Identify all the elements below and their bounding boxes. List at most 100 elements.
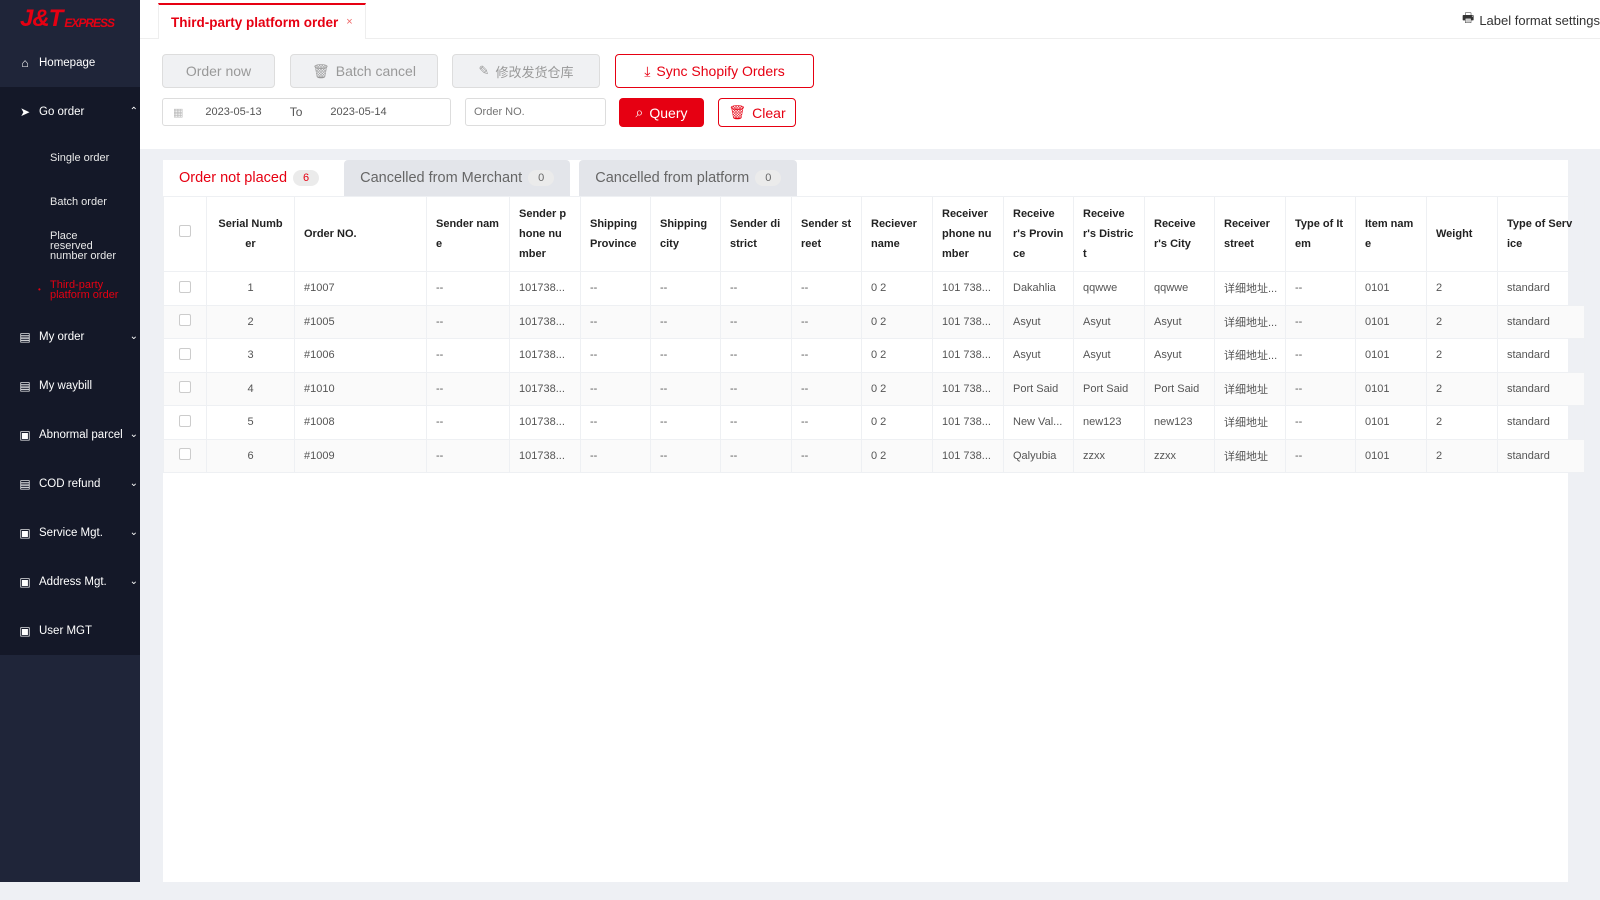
logo-text: J&T — [20, 5, 63, 32]
submenu-item[interactable]: Place reserved number order — [0, 224, 140, 268]
sidebar-item-address-mgt[interactable]: ▣ Address Mgt. ⌄ — [0, 557, 140, 606]
table-cell: -- — [650, 338, 721, 373]
row-checkbox[interactable] — [163, 271, 207, 306]
sidebar-item-abnormal-parcel[interactable]: ▣ Abnormal parcel ⌄ — [0, 410, 140, 459]
status-tabs: Order not placed 6 Cancelled from Merchant… — [163, 160, 798, 196]
row-checkbox[interactable] — [163, 338, 207, 373]
table-cell: Asyut — [1073, 304, 1145, 339]
table-cell: 详细地址 — [1214, 371, 1286, 406]
table-cell: 0 2 — [861, 271, 933, 306]
tab-cancelled-from-platform[interactable]: Cancelled from platform 0 — [579, 160, 798, 196]
query-button[interactable]: ⌕ Query — [619, 98, 704, 127]
column-header: Shipping Province — [580, 196, 651, 272]
row-checkbox[interactable] — [163, 438, 207, 473]
table-cell: Asyut — [1144, 304, 1215, 339]
table-cell: standard — [1497, 271, 1585, 306]
sidebar-item-my-order[interactable]: ▤ My order ⌄ — [0, 312, 140, 361]
table-cell: -- — [580, 271, 651, 306]
table-cell: -- — [791, 271, 862, 306]
table-cell: zzxx — [1073, 438, 1145, 473]
table-cell: standard — [1497, 338, 1585, 373]
table-cell: 101 738... — [932, 271, 1004, 306]
sidebar-item-my-waybill[interactable]: ▤ My waybill — [0, 361, 140, 410]
sidebar-item-label: Address Mgt. — [39, 575, 107, 588]
top-bar: Third-party platform order × 🖶 Label forma… — [140, 0, 1600, 39]
table-cell: #1005 — [294, 304, 427, 339]
count-badge: 0 — [755, 170, 782, 186]
submenu-item[interactable]: Third-party platform order — [0, 268, 140, 312]
column-header: Receiver phone number — [932, 196, 1004, 272]
user-icon: ▣ — [19, 623, 31, 638]
table-cell: 详细地址 — [1214, 438, 1286, 473]
tab-third-party-order[interactable]: Third-party platform order × — [158, 3, 366, 39]
table-cell: -- — [426, 338, 510, 373]
label-format-settings[interactable]: 🖶 Label format settings — [1462, 9, 1600, 31]
tab-label: Third-party platform order — [171, 14, 339, 30]
table-cell: -- — [791, 304, 862, 339]
sidebar-item-label: Go order — [39, 105, 85, 118]
order-now-button[interactable]: Order now — [162, 54, 275, 88]
table-cell: -- — [426, 304, 510, 339]
sidebar-item-user-mgt[interactable]: ▣ User MGT — [0, 606, 140, 655]
sidebar-item-label: Service Mgt. — [39, 526, 103, 539]
row-checkbox[interactable] — [163, 304, 207, 339]
row-checkbox[interactable] — [163, 405, 207, 440]
table-cell: -- — [720, 371, 792, 406]
row-checkbox[interactable] — [163, 371, 207, 406]
date-to[interactable]: 2023-05-14 — [330, 106, 386, 118]
table-cell: -- — [580, 405, 651, 440]
submenu-item[interactable]: Batch order — [0, 180, 140, 224]
home-icon: ⌂ — [21, 55, 29, 70]
table-cell: 101738... — [509, 371, 581, 406]
order-no-input[interactable] — [465, 98, 606, 126]
batch-cancel-button[interactable]: 🗑 Batch cancel — [290, 54, 438, 88]
sync-shopify-button[interactable]: ⤓ Sync Shopify Orders — [615, 54, 814, 88]
table-cell: -- — [650, 304, 721, 339]
table-cell: 详细地址... — [1214, 271, 1286, 306]
sidebar-item-service-mgt[interactable]: ▣ Service Mgt. ⌄ — [0, 508, 140, 557]
date-from[interactable]: 2023-05-13 — [205, 106, 261, 118]
table-row[interactable]: 1 #1007 -- 101738... -- -- -- -- 0 2 101 738... Da… — [163, 271, 1585, 306]
table-cell: 4 — [206, 371, 295, 406]
label-format-text: Label format settings — [1479, 12, 1600, 28]
table-cell: 0 2 — [861, 405, 933, 440]
table-cell: 0101 — [1355, 304, 1427, 339]
table-row[interactable]: 4 #1010 -- 101738... -- -- -- -- 0 2 101 738... Po… — [163, 371, 1585, 406]
sidebar-item-go-order[interactable]: ➤ Go order ⌃ — [0, 87, 140, 136]
table-cell: -- — [1285, 271, 1356, 306]
tab-order-not-placed[interactable]: Order not placed 6 — [163, 160, 336, 196]
table-cell: -- — [1285, 371, 1356, 406]
close-icon[interactable]: × — [346, 16, 352, 28]
edit-icon: ✎ — [478, 63, 490, 78]
table-cell: #1009 — [294, 438, 427, 473]
trash-icon: 🗑 — [312, 62, 330, 79]
table-cell: 详细地址... — [1214, 338, 1286, 373]
table-cell: 2 — [1426, 405, 1498, 440]
date-range-picker[interactable]: ▦ 2023-05-13 To 2023-05-14 — [162, 98, 451, 126]
table-cell: -- — [580, 371, 651, 406]
table-row[interactable]: 6 #1009 -- 101738... -- -- -- -- 0 2 101 738... Qa… — [163, 438, 1585, 473]
tab-cancelled-from-merchant[interactable]: Cancelled from Merchant 0 — [344, 160, 571, 196]
table-cell: 101 738... — [932, 304, 1004, 339]
table-cell: -- — [791, 338, 862, 373]
table-cell: -- — [720, 405, 792, 440]
table-row[interactable]: 2 #1005 -- 101738... -- -- -- -- 0 2 101 738... As… — [163, 304, 1585, 339]
table-cell: 0 2 — [861, 371, 933, 406]
clear-button[interactable]: 🗑 Clear — [718, 98, 796, 127]
batch-cancel-label: Batch cancel — [335, 63, 416, 79]
table-cell: Asyut — [1003, 304, 1074, 339]
table-cell: 2 — [1426, 338, 1498, 373]
sidebar-item-label: My order — [39, 330, 85, 343]
select-all-checkbox[interactable] — [163, 196, 207, 272]
table-cell: 3 — [206, 338, 295, 373]
sidebar-item-cod-refund[interactable]: ▤ COD refund ⌄ — [0, 459, 140, 508]
modify-warehouse-button[interactable]: ✎ 修改发货仓库 — [452, 54, 600, 88]
table-row[interactable]: 3 #1006 -- 101738... -- -- -- -- 0 2 101 738... As… — [163, 338, 1585, 373]
sidebar-item-homepage[interactable]: ⌂ Homepage — [0, 38, 140, 87]
chevron-icon: ⌃ — [129, 106, 138, 117]
table-cell: -- — [580, 304, 651, 339]
table-cell: 101738... — [509, 271, 581, 306]
submenu-item[interactable]: Single order — [0, 136, 140, 180]
column-header: Shipping city — [650, 196, 721, 272]
table-row[interactable]: 5 #1008 -- 101738... -- -- -- -- 0 2 101 738... Ne… — [163, 405, 1585, 440]
